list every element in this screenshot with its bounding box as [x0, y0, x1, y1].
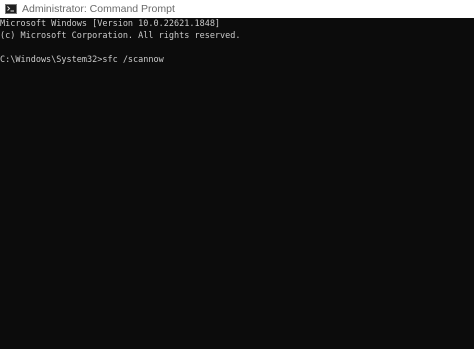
console-line: (c) Microsoft Corporation. All rights re… — [0, 31, 241, 41]
cmd-prompt-glyph — [7, 6, 14, 12]
window-title: Administrator: Command Prompt — [22, 3, 175, 15]
command-line: C:\Windows\System32>sfc /scannow — [0, 55, 164, 65]
command-prompt-window: Administrator: Command Prompt Microsoft … — [0, 0, 474, 349]
cmd-icon — [5, 4, 17, 14]
console-line: Microsoft Windows [Version 10.0.22621.18… — [0, 19, 221, 29]
title-bar[interactable]: Administrator: Command Prompt — [0, 0, 474, 18]
console-output[interactable]: Microsoft Windows [Version 10.0.22621.18… — [0, 18, 474, 349]
